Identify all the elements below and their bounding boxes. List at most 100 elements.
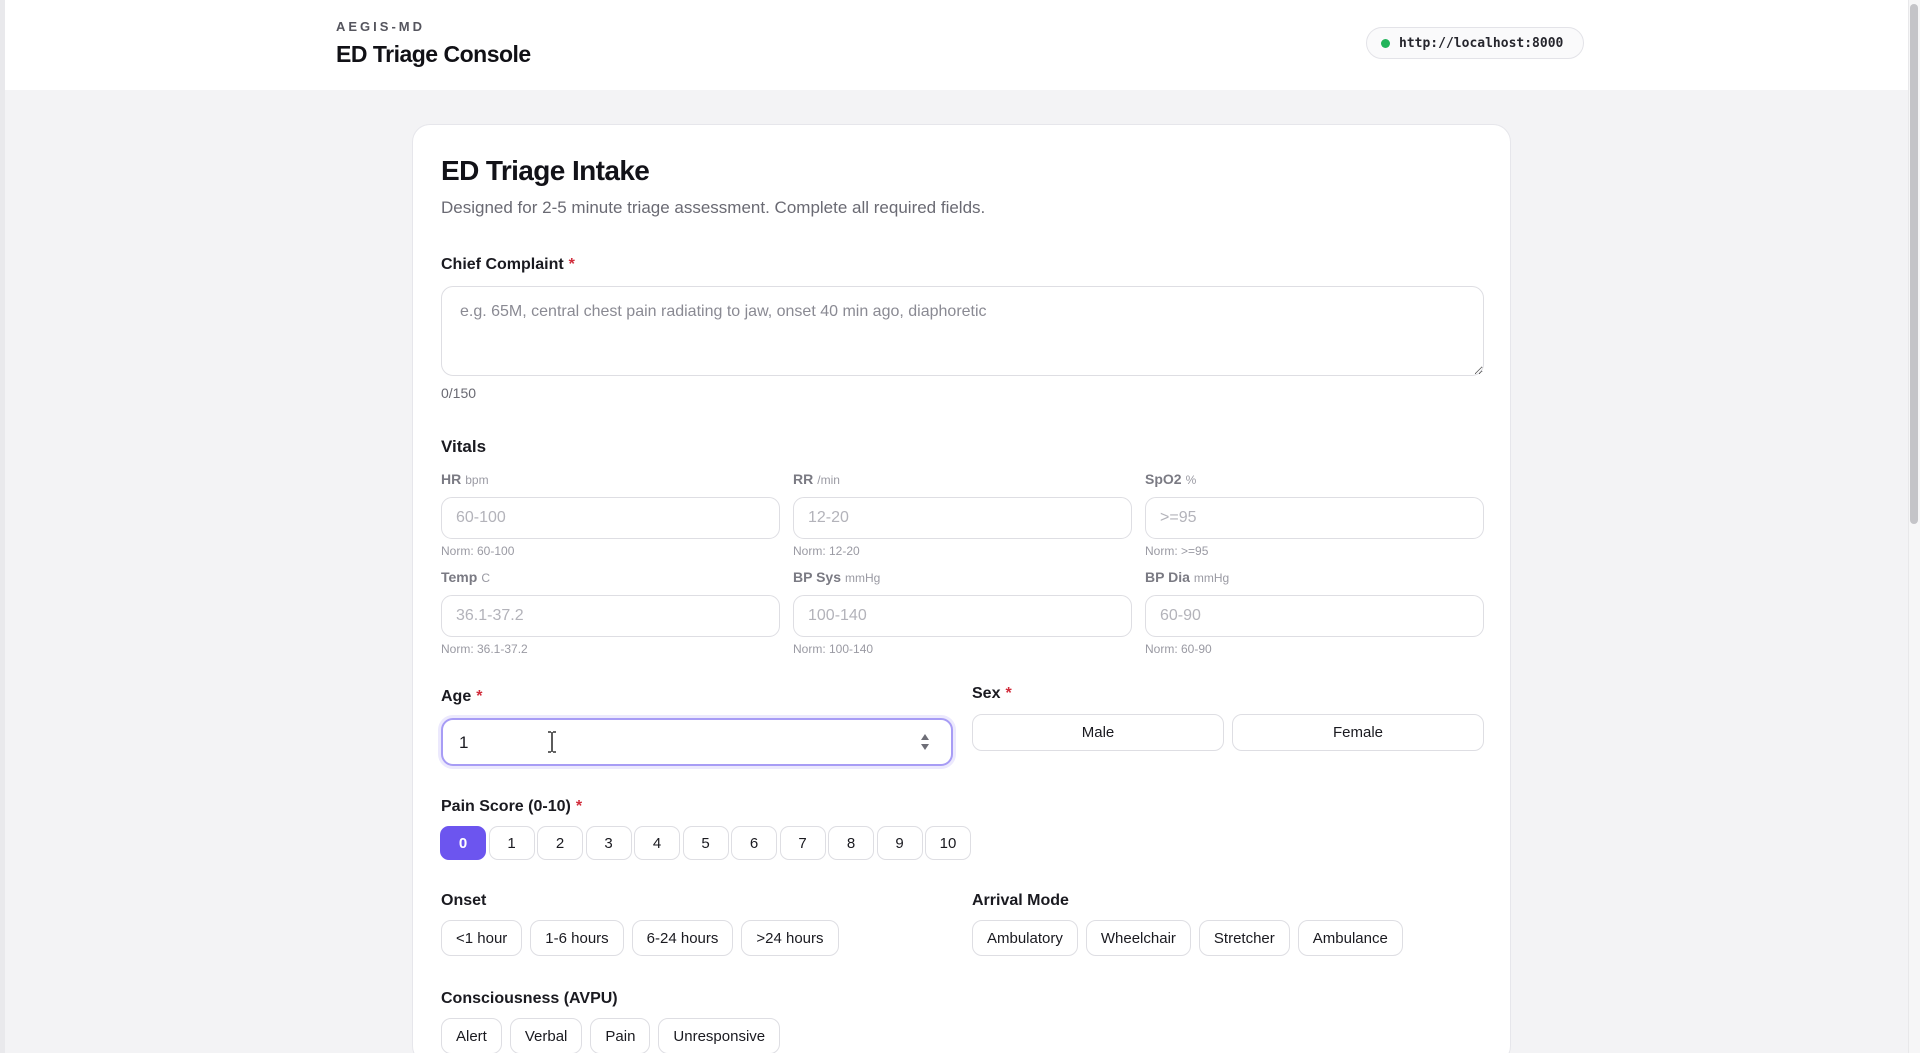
page: AEGIS-MD ED Triage Console http://localh…	[0, 0, 1908, 1053]
vital-label: BP Sys mmHg	[793, 569, 1132, 587]
vital-label: Temp C	[441, 569, 780, 587]
vital-spo2: SpO2% Norm: >=95	[1145, 471, 1484, 558]
onset-option-0[interactable]: <1 hour	[441, 920, 523, 956]
sex-label-text: Sex	[972, 685, 1001, 702]
vital-label-text: BP Dia	[1145, 569, 1190, 585]
vital-label: RR/min	[793, 471, 1132, 489]
sex-label: Sex *	[972, 685, 1012, 703]
status-dot-icon	[1381, 38, 1390, 48]
server-status-pill: http://localhost:8000	[1366, 27, 1584, 59]
vital-norm: Norm: 60-100	[441, 544, 515, 558]
sex-option-female[interactable]: Female	[1232, 714, 1484, 751]
vital-label: BP Dia mmHg	[1145, 569, 1484, 587]
onset-options: <1 hour 1-6 hours 6-24 hours >24 hours	[441, 920, 839, 956]
pain-score-1[interactable]: 1	[488, 826, 535, 860]
avpu-option-2[interactable]: Pain	[590, 1018, 651, 1053]
vital-label-text: Temp	[441, 569, 478, 585]
vital-label-text: RR	[793, 471, 814, 487]
age-stepper[interactable]	[921, 733, 931, 753]
pain-score-8[interactable]: 8	[828, 826, 874, 860]
vital-input-spo2[interactable]	[1145, 497, 1484, 539]
pain-score-6[interactable]: 6	[731, 826, 777, 860]
pain-score-2[interactable]: 2	[537, 826, 583, 860]
vital-input-hr[interactable]	[441, 497, 780, 539]
avpu-option-1[interactable]: Verbal	[509, 1018, 583, 1053]
arrival-mode-option-1[interactable]: Wheelchair	[1085, 920, 1191, 956]
arrival-mode-option-3[interactable]: Ambulance	[1297, 920, 1403, 956]
form-subtitle: Designed for 2-5 minute triage assessmen…	[441, 198, 986, 217]
vital-norm: Norm: 12-20	[793, 544, 860, 558]
vital-unit: bpm	[465, 473, 489, 487]
required-marker: *	[568, 256, 575, 273]
arrival-mode-option-0[interactable]: Ambulatory	[972, 920, 1078, 956]
arrival-mode-label: Arrival Mode	[972, 892, 1069, 909]
avpu-label: Consciousness (AVPU)	[441, 990, 618, 1007]
top-header: AEGIS-MD ED Triage Console http://localh…	[5, 0, 1908, 90]
required-marker: *	[1005, 685, 1012, 702]
onset-option-2[interactable]: 6-24 hours	[631, 920, 734, 956]
pain-score-9[interactable]: 9	[876, 826, 923, 860]
required-marker: *	[476, 688, 483, 705]
age-label: Age *	[441, 688, 482, 706]
vital-norm: Norm: 36.1-37.2	[441, 642, 528, 656]
chief-complaint-label-text: Chief Complaint	[441, 256, 564, 273]
vital-unit: C	[481, 571, 490, 585]
pain-score-label-text: Pain Score (0-10)	[441, 798, 571, 815]
vital-label-text: HR	[441, 471, 462, 487]
pain-score-4[interactable]: 4	[634, 826, 680, 860]
arrival-mode-option-2[interactable]: Stretcher	[1198, 920, 1290, 956]
vital-unit: mmHg	[1193, 571, 1230, 585]
vital-hr: HRbpm Norm: 60-100	[441, 471, 780, 558]
stepper-up-icon[interactable]	[921, 734, 929, 740]
avpu-options: Alert Verbal Pain Unresponsive	[441, 1018, 781, 1053]
onset-option-3[interactable]: >24 hours	[741, 920, 839, 956]
pain-score-label: Pain Score (0-10) *	[441, 798, 582, 816]
form-title: ED Triage Intake	[441, 155, 650, 186]
page-scrollbar[interactable]	[1908, 0, 1920, 1053]
sex-option-male[interactable]: Male	[972, 714, 1224, 751]
pain-score-5[interactable]: 5	[682, 826, 729, 860]
vital-label: HR bpm	[441, 471, 780, 489]
vital-input-temp[interactable]	[441, 595, 780, 637]
arrival-mode-options: Ambulatory Wheelchair Stretcher Ambulance	[972, 920, 1403, 956]
vitals-title: Vitals	[441, 437, 487, 456]
vital-rr: RR/min Norm: 12-20	[793, 471, 1132, 558]
scrollbar-thumb[interactable]	[1910, 4, 1918, 524]
vital-bp-dia: BP DiammHg Norm: 60-90	[1145, 569, 1484, 656]
avpu-option-3[interactable]: Unresponsive	[658, 1018, 781, 1053]
chief-complaint-label: Chief Complaint *	[441, 256, 575, 274]
age-label-text: Age	[441, 688, 472, 705]
vital-input-bp-sys[interactable]	[793, 595, 1132, 637]
vital-norm: Norm: 60-90	[1145, 642, 1212, 656]
vital-norm: Norm: 100-140	[793, 642, 874, 656]
text-cursor-icon	[548, 731, 556, 753]
vital-label-text: BP Sys	[793, 569, 841, 585]
chief-complaint-input[interactable]	[441, 286, 1484, 376]
pain-score-10[interactable]: 10	[925, 826, 971, 860]
age-field[interactable]	[441, 718, 953, 766]
onset-label: Onset	[441, 892, 487, 909]
age-input[interactable]	[459, 731, 899, 755]
required-marker: *	[575, 798, 583, 815]
vital-unit: mmHg	[845, 571, 881, 585]
server-url: http://localhost:8000	[1399, 35, 1564, 51]
onset-option-1[interactable]: 1-6 hours	[530, 920, 624, 956]
char-counter: 0/150	[441, 385, 477, 401]
pain-score-3[interactable]: 3	[585, 826, 632, 860]
vital-input-rr[interactable]	[793, 497, 1132, 539]
avpu-option-0[interactable]: Alert	[441, 1018, 502, 1053]
vital-input-bp-dia[interactable]	[1145, 595, 1484, 637]
vital-norm: Norm: >=95	[1145, 544, 1209, 558]
brand-kicker: AEGIS-MD	[336, 19, 425, 34]
vital-temp: TempC Norm: 36.1-37.2	[441, 569, 780, 656]
stepper-down-icon[interactable]	[921, 744, 929, 750]
pain-score-7[interactable]: 7	[779, 826, 826, 860]
vital-bp-sys: BP Sys mmHg Norm: 100-140	[793, 569, 1132, 656]
vital-unit: /min	[817, 473, 840, 487]
vital-unit: %	[1185, 473, 1197, 487]
pain-score-selector: 0 1 2 3 4 5 6 7 8 9 10	[440, 826, 973, 860]
app-title: ED Triage Console	[336, 41, 531, 67]
triage-form-card: ED Triage Intake Designed for 2-5 minute…	[412, 124, 1511, 1053]
pain-score-0[interactable]: 0	[440, 826, 486, 860]
vital-label-text: SpO2	[1145, 471, 1182, 487]
